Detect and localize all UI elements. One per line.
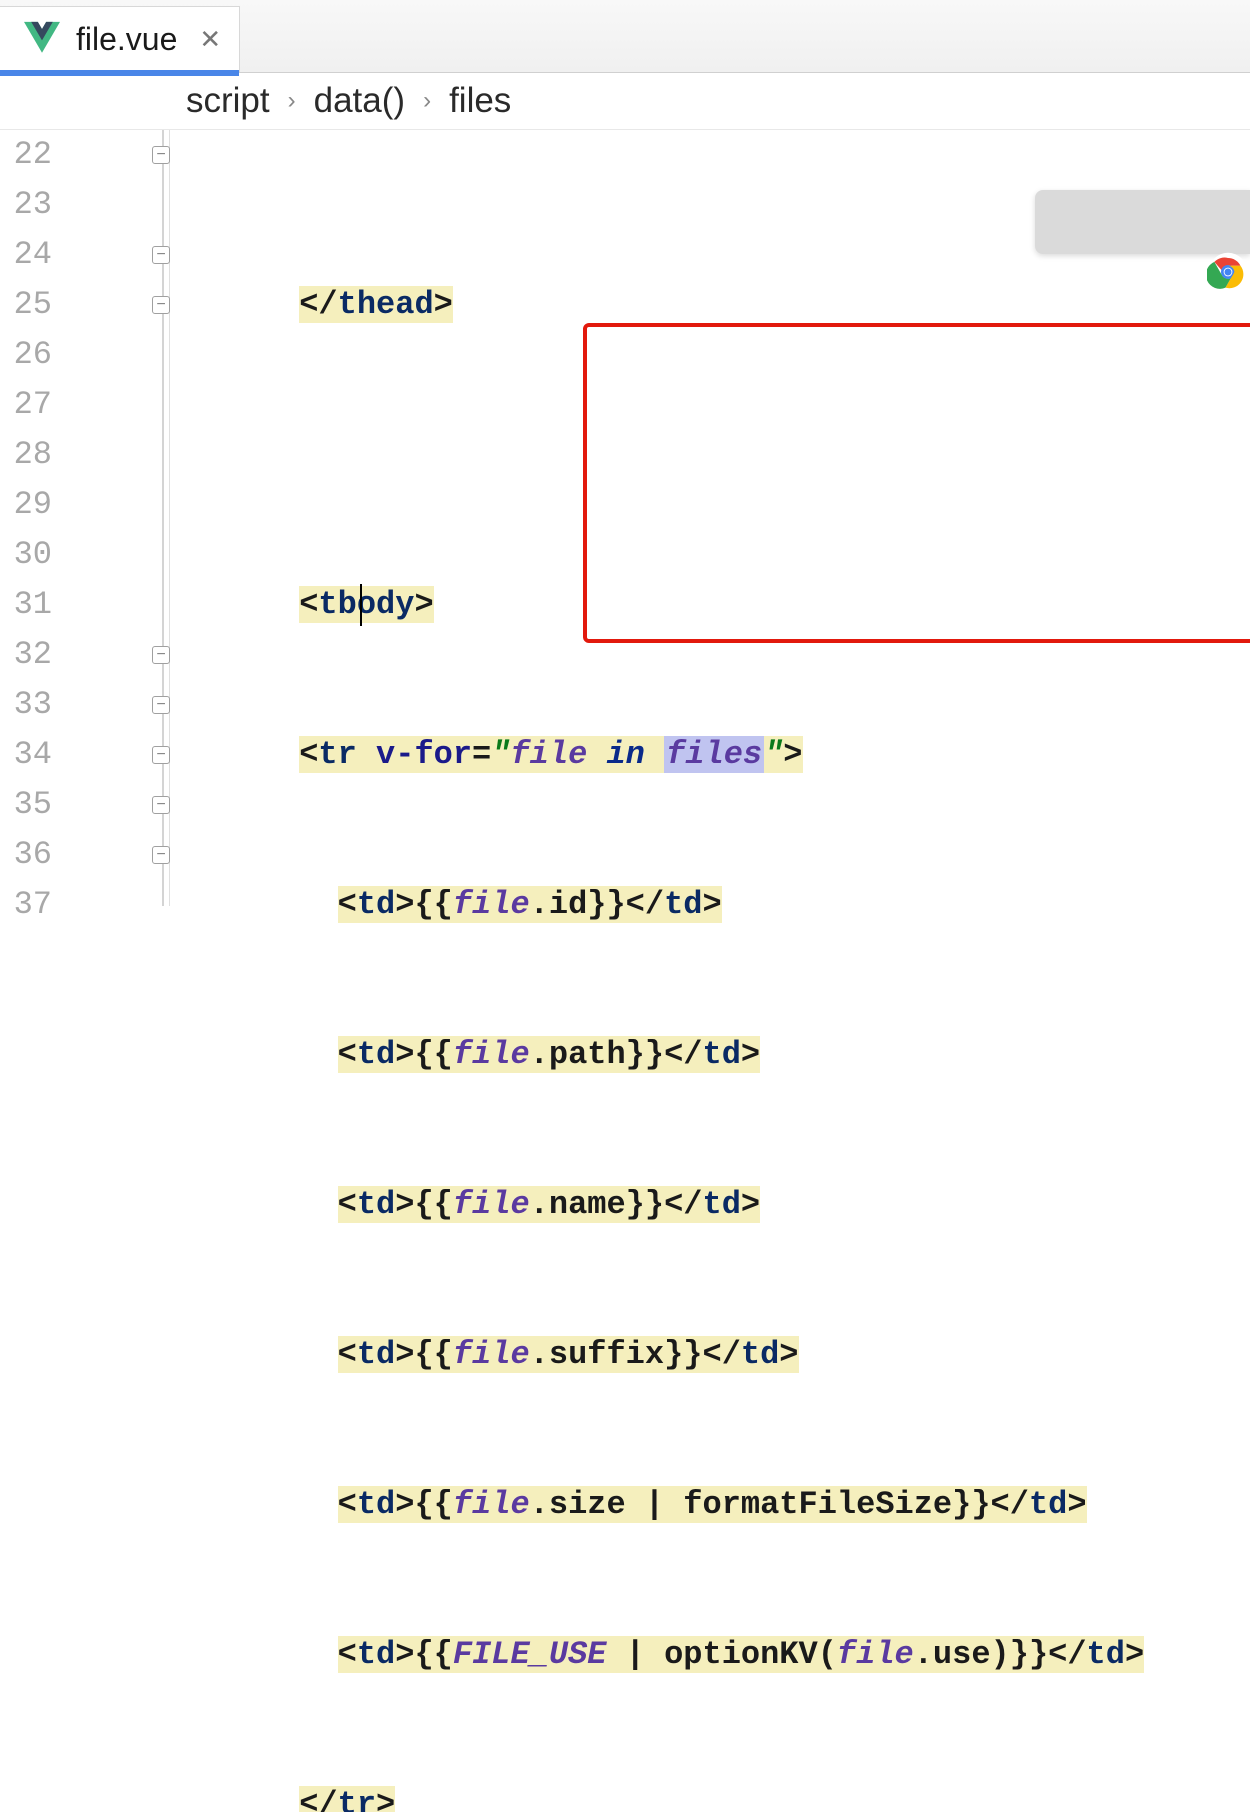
fold-handle[interactable]	[152, 696, 170, 714]
fold-handle[interactable]	[152, 746, 170, 764]
line-number: 35	[0, 780, 52, 830]
safari-icon[interactable]	[1169, 201, 1211, 243]
code-line: </tr>	[184, 1780, 1250, 1812]
breadcrumb: script › data() › files	[0, 73, 1250, 130]
line-number: 29	[0, 480, 52, 530]
line-number: 25	[0, 280, 52, 330]
fold-handle[interactable]	[152, 646, 170, 664]
code-line: <tbody>	[184, 580, 1250, 630]
breadcrumb-item[interactable]: script	[186, 81, 270, 121]
editor[interactable]: 22232425262728293031323334353637 </thead…	[0, 130, 1250, 906]
line-numbers-gutter: 22232425262728293031323334353637	[0, 130, 62, 906]
line-number: 34	[0, 730, 52, 780]
fold-handle[interactable]	[152, 846, 170, 864]
opera-icon[interactable]	[1227, 201, 1250, 243]
browser-preview-toolbar	[1035, 190, 1250, 254]
line-number: 33	[0, 680, 52, 730]
fold-gutter	[62, 130, 170, 906]
line-number: 30	[0, 530, 52, 580]
breadcrumb-item[interactable]: files	[449, 81, 511, 121]
tab-bar: file.vue ✕	[0, 0, 1250, 73]
code-line: <td>{{file.size | formatFileSize}}</td>	[184, 1480, 1250, 1530]
code-line: <td>{{file.name}}</td>	[184, 1180, 1250, 1230]
line-number: 28	[0, 430, 52, 480]
code-line: <td>{{FILE_USE | optionKV(file.use)}}</t…	[184, 1630, 1250, 1680]
line-number: 37	[0, 880, 52, 930]
fold-handle[interactable]	[152, 796, 170, 814]
firefox-icon[interactable]	[1111, 201, 1153, 243]
file-tab[interactable]: file.vue ✕	[0, 6, 240, 72]
chevron-right-icon: ›	[423, 87, 431, 115]
chrome-icon[interactable]	[1053, 201, 1095, 243]
fold-handle[interactable]	[152, 296, 170, 314]
close-icon[interactable]: ✕	[199, 24, 221, 55]
line-number: 24	[0, 230, 52, 280]
line-number: 31	[0, 580, 52, 630]
code-line: <tr v-for="file in files">	[184, 730, 1250, 780]
fold-handle[interactable]	[152, 146, 170, 164]
breadcrumb-item[interactable]: data()	[314, 81, 405, 121]
code-line: <td>{{file.path}}</td>	[184, 1030, 1250, 1080]
line-number: 22	[0, 130, 52, 180]
line-number: 27	[0, 380, 52, 430]
chevron-right-icon: ›	[288, 87, 296, 115]
code-line: <td>{{file.suffix}}</td>	[184, 1330, 1250, 1380]
line-number: 32	[0, 630, 52, 680]
line-number: 23	[0, 180, 52, 230]
line-number: 36	[0, 830, 52, 880]
tab-filename: file.vue	[76, 21, 177, 58]
code-area[interactable]: </thead> <tbody> <tr v-for="file in file…	[170, 130, 1250, 906]
tab-active-indicator	[0, 70, 239, 76]
code-line	[184, 430, 1250, 480]
vue-icon	[24, 19, 60, 60]
code-line: <td>{{file.id}}</td>	[184, 880, 1250, 930]
line-number: 26	[0, 330, 52, 380]
fold-handle[interactable]	[152, 246, 170, 264]
